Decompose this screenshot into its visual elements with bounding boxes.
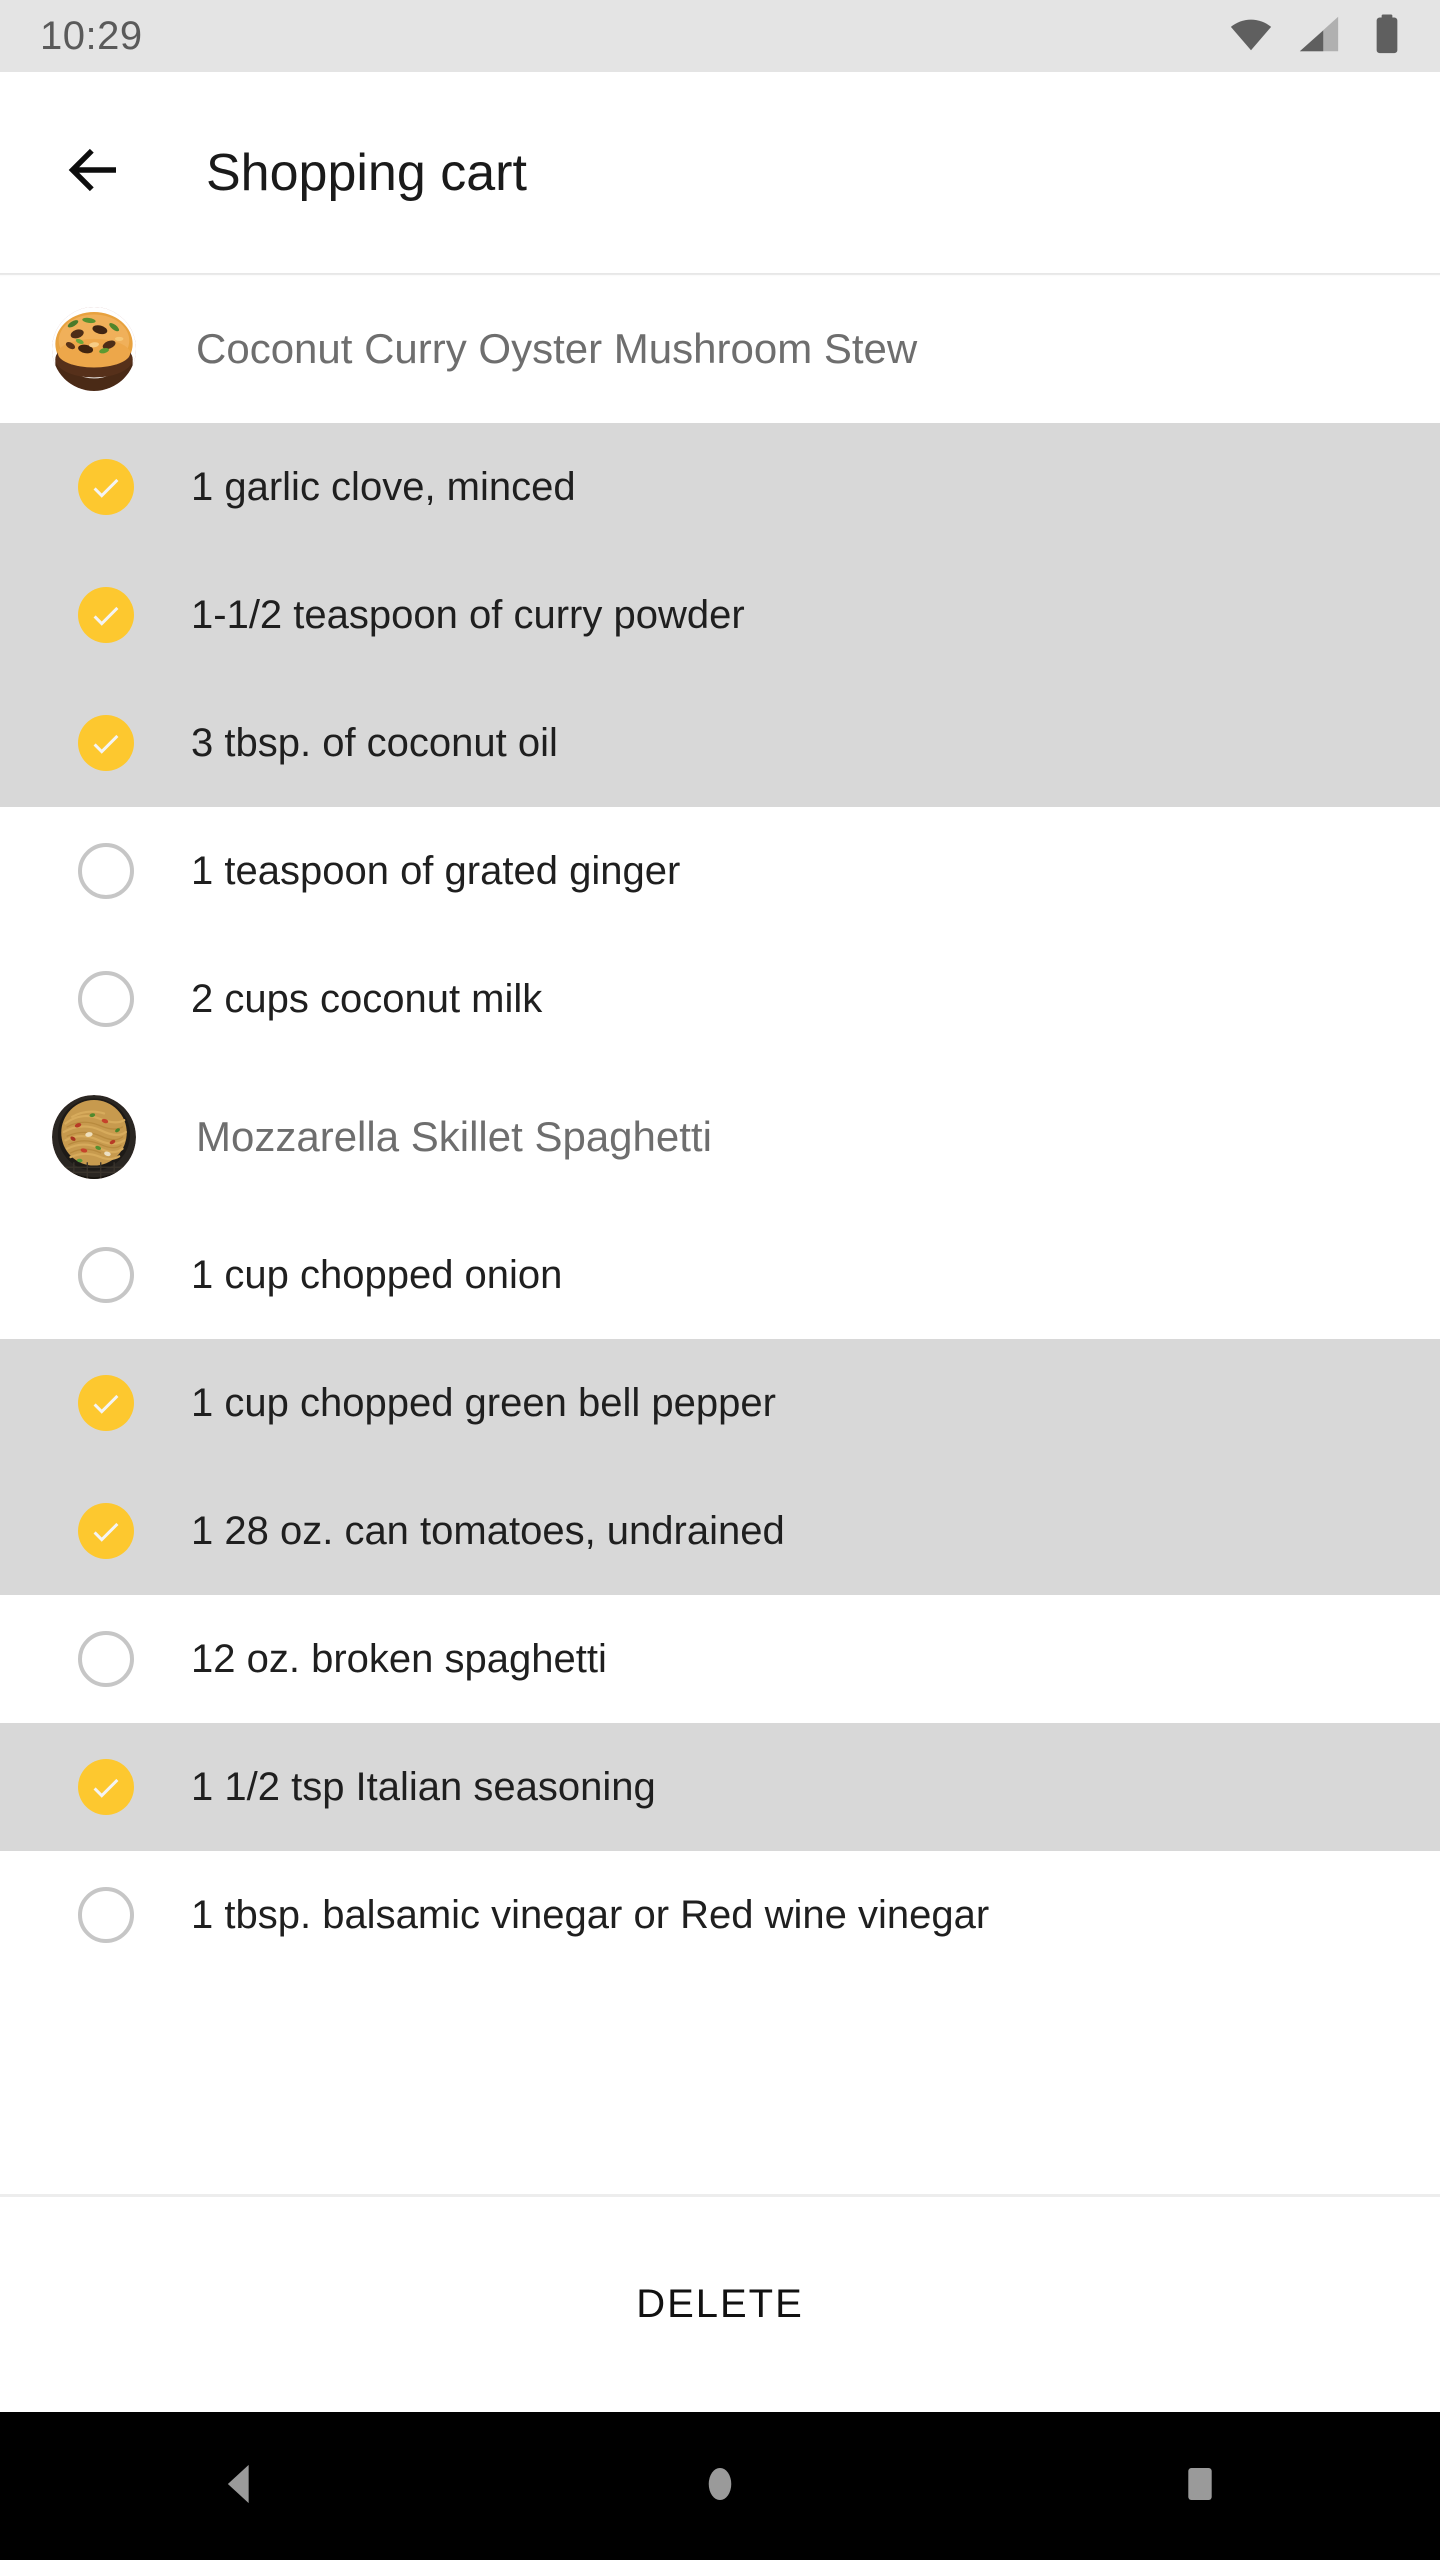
ingredient-checkbox-checked[interactable] bbox=[78, 1375, 134, 1431]
recipe-title: Coconut Curry Oyster Mushroom Stew bbox=[196, 325, 918, 372]
battery-icon bbox=[1364, 11, 1410, 62]
nav-back-button[interactable] bbox=[165, 2412, 315, 2560]
ingredient-checkbox-unchecked[interactable] bbox=[78, 1631, 134, 1687]
ingredient-label: 1 cup chopped onion bbox=[191, 1253, 563, 1297]
cart-footer: DELETE bbox=[0, 2194, 1440, 2412]
ingredient-row[interactable]: 3 tbsp. of coconut oil bbox=[0, 679, 1440, 807]
ingredient-label: 1 teaspoon of grated ginger bbox=[191, 849, 681, 893]
ingredient-label: 1-1/2 teaspoon of curry powder bbox=[191, 593, 745, 637]
ingredient-row[interactable]: 1 1/2 tsp Italian seasoning bbox=[0, 1723, 1440, 1851]
ingredient-label: 2 cups coconut milk bbox=[191, 977, 543, 1021]
status-bar-clock: 10:29 bbox=[40, 14, 143, 58]
ingredient-label: 1 cup chopped green bell pepper bbox=[191, 1381, 776, 1425]
recipe-title: Mozzarella Skillet Spaghetti bbox=[196, 1113, 712, 1160]
ingredient-row[interactable]: 1 28 oz. can tomatoes, undrained bbox=[0, 1467, 1440, 1595]
ingredient-checkbox-checked[interactable] bbox=[78, 587, 134, 643]
delete-button[interactable]: DELETE bbox=[636, 2282, 804, 2327]
ingredient-checkbox-unchecked[interactable] bbox=[78, 971, 134, 1027]
ingredient-checkbox-checked[interactable] bbox=[78, 1759, 134, 1815]
page-title: Shopping cart bbox=[206, 143, 527, 202]
ingredient-label: 1 28 oz. can tomatoes, undrained bbox=[191, 1509, 785, 1553]
ingredient-row[interactable]: 1 cup chopped onion bbox=[0, 1211, 1440, 1339]
ingredient-label: 3 tbsp. of coconut oil bbox=[191, 721, 558, 765]
ingredient-checkbox-unchecked[interactable] bbox=[78, 1887, 134, 1943]
phone-screen: 10:29 Shopping cart Coconut Curry Oyster… bbox=[0, 0, 1440, 2560]
ingredient-label: 1 tbsp. balsamic vinegar or Red wine vin… bbox=[191, 1893, 990, 1937]
cellular-signal-icon bbox=[1296, 11, 1342, 62]
ingredient-checkbox-checked[interactable] bbox=[78, 715, 134, 771]
android-navigation-bar bbox=[0, 2412, 1440, 2560]
nav-home-button[interactable] bbox=[645, 2412, 795, 2560]
mozzarella-skillet-spaghetti-thumbnail bbox=[52, 1095, 136, 1179]
ingredient-row[interactable]: 2 cups coconut milk bbox=[0, 935, 1440, 1063]
app-bar: Shopping cart bbox=[0, 72, 1440, 277]
ingredient-row[interactable]: 1 cup chopped green bell pepper bbox=[0, 1339, 1440, 1467]
back-button[interactable] bbox=[52, 131, 136, 215]
ingredient-checkbox-checked[interactable] bbox=[78, 1503, 134, 1559]
recipe-header[interactable]: Mozzarella Skillet Spaghetti bbox=[0, 1063, 1440, 1211]
ingredient-checkbox-checked[interactable] bbox=[78, 459, 134, 515]
ingredient-label: 12 oz. broken spaghetti bbox=[191, 1637, 607, 1681]
square-recents-icon bbox=[1174, 2458, 1226, 2515]
ingredient-row[interactable]: 1-1/2 teaspoon of curry powder bbox=[0, 551, 1440, 679]
coconut-curry-stew-thumbnail bbox=[52, 307, 136, 391]
ingredient-label: 1 garlic clove, minced bbox=[191, 465, 576, 509]
ingredient-checkbox-unchecked[interactable] bbox=[78, 1247, 134, 1303]
ingredient-checkbox-unchecked[interactable] bbox=[78, 843, 134, 899]
ingredient-row[interactable]: 12 oz. broken spaghetti bbox=[0, 1595, 1440, 1723]
nav-recents-button[interactable] bbox=[1125, 2412, 1275, 2560]
ingredient-row[interactable]: 1 tbsp. balsamic vinegar or Red wine vin… bbox=[0, 1851, 1440, 1979]
shopping-cart-list[interactable]: Coconut Curry Oyster Mushroom Stew 1 gar… bbox=[0, 275, 1440, 2194]
back-arrow-icon bbox=[61, 137, 127, 208]
wifi-icon bbox=[1228, 11, 1274, 62]
triangle-back-icon bbox=[214, 2458, 266, 2515]
circle-home-icon bbox=[694, 2458, 746, 2515]
recipe-header[interactable]: Coconut Curry Oyster Mushroom Stew bbox=[0, 275, 1440, 423]
status-bar: 10:29 bbox=[0, 0, 1440, 72]
ingredient-label: 1 1/2 tsp Italian seasoning bbox=[191, 1765, 656, 1809]
ingredient-row[interactable]: 1 garlic clove, minced bbox=[0, 423, 1440, 551]
status-bar-icons bbox=[1228, 11, 1410, 62]
ingredient-row[interactable]: 1 teaspoon of grated ginger bbox=[0, 807, 1440, 935]
